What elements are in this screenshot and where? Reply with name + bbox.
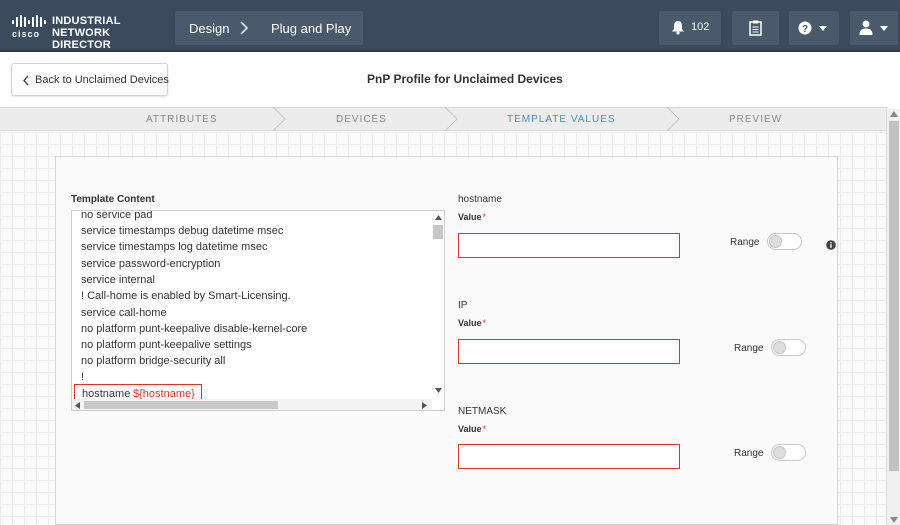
template-content-box[interactable]: no service pad service timestamps debug … bbox=[71, 210, 445, 411]
breadcrumb-plug-and-play[interactable]: Plug and Play bbox=[271, 21, 351, 36]
step-divider-icon bbox=[444, 107, 458, 131]
chevron-right-icon bbox=[240, 21, 249, 35]
hostname-field-label: hostname bbox=[458, 194, 502, 205]
step-devices[interactable]: DEVICES bbox=[336, 114, 387, 125]
logo-wordmark: cisco bbox=[12, 29, 41, 39]
netmask-value-label: Value* bbox=[458, 424, 487, 434]
notifications-button[interactable]: 102 bbox=[659, 11, 721, 45]
scroll-up-icon[interactable] bbox=[435, 215, 442, 220]
template-line: service call-home bbox=[81, 307, 167, 319]
template-line: no platform punt-keepalive disable-kerne… bbox=[81, 323, 308, 335]
template-content-label: Template Content bbox=[71, 194, 155, 205]
help-menu-button[interactable]: ? bbox=[789, 11, 839, 45]
page-scrollbar-thumb[interactable] bbox=[889, 121, 899, 471]
toggle-knob bbox=[773, 341, 786, 354]
ip-field-label: IP bbox=[458, 300, 468, 311]
scroll-left-icon[interactable] bbox=[75, 402, 80, 409]
scroll-down-icon[interactable] bbox=[890, 517, 898, 523]
template-line: service password-encryption bbox=[81, 258, 221, 270]
user-menu-button[interactable] bbox=[850, 11, 898, 45]
toggle-knob bbox=[773, 446, 786, 459]
step-divider-icon bbox=[666, 107, 680, 131]
template-line: service timestamps log datetime msec bbox=[81, 241, 268, 253]
breadcrumb: Design Plug and Play bbox=[175, 11, 363, 45]
toggle-knob bbox=[769, 235, 782, 248]
ip-range-label: Range bbox=[734, 343, 764, 354]
back-to-unclaimed-devices-button[interactable]: Back to Unclaimed Devices bbox=[11, 63, 169, 96]
netmask-range-toggle[interactable] bbox=[771, 444, 806, 461]
notification-count: 102 bbox=[691, 21, 710, 33]
svg-text:?: ? bbox=[802, 24, 808, 35]
back-button-label: Back to Unclaimed Devices bbox=[35, 74, 169, 86]
app-title: INDUSTRIAL NETWORK DIRECTOR bbox=[52, 15, 121, 51]
chevron-left-icon bbox=[23, 75, 29, 86]
help-icon: ? bbox=[798, 21, 812, 35]
clipboard-icon bbox=[749, 20, 762, 36]
template-line: no service pad bbox=[81, 210, 153, 221]
page-title: PnP Profile for Unclaimed Devices bbox=[367, 72, 563, 86]
step-divider-icon bbox=[272, 107, 286, 131]
page-scrollbar[interactable] bbox=[886, 109, 900, 525]
template-line: no platform punt-keepalive settings bbox=[81, 339, 252, 351]
template-vscroll-thumb[interactable] bbox=[433, 225, 443, 239]
template-hscroll-thumb[interactable] bbox=[84, 401, 278, 409]
netmask-field-label: NETMASK bbox=[458, 406, 507, 417]
netmask-value-input[interactable] bbox=[458, 444, 680, 469]
hostname-range-label: Range bbox=[730, 237, 760, 248]
wizard-steps: ATTRIBUTES DEVICES TEMPLATE VALUES PREVI… bbox=[0, 107, 888, 131]
top-header: cisco INDUSTRIAL NETWORK DIRECTOR Design… bbox=[0, 0, 900, 52]
bell-icon bbox=[672, 21, 684, 35]
scroll-up-icon[interactable] bbox=[890, 111, 898, 117]
chevron-down-icon bbox=[819, 26, 827, 31]
template-horizontal-scrollbar[interactable] bbox=[72, 399, 432, 410]
chevron-down-icon bbox=[880, 26, 888, 31]
hostname-range-toggle[interactable] bbox=[767, 233, 802, 250]
hostname-value-label: Value* bbox=[458, 212, 487, 222]
step-template-values[interactable]: TEMPLATE VALUES bbox=[507, 114, 616, 125]
template-line: service timestamps debug datetime msec bbox=[81, 225, 284, 237]
ip-value-label: Value* bbox=[458, 318, 487, 328]
scroll-down-icon[interactable] bbox=[435, 388, 442, 393]
tasks-button[interactable] bbox=[732, 11, 779, 45]
template-line: service internal bbox=[81, 274, 155, 286]
ip-value-input[interactable] bbox=[458, 339, 680, 364]
breadcrumb-design[interactable]: Design bbox=[189, 21, 229, 36]
step-attributes[interactable]: ATTRIBUTES bbox=[146, 114, 217, 125]
step-preview[interactable]: PREVIEW bbox=[729, 114, 782, 125]
scroll-right-icon[interactable] bbox=[422, 402, 427, 409]
user-icon bbox=[859, 20, 873, 35]
ip-range-toggle[interactable] bbox=[771, 339, 806, 356]
template-line: ! bbox=[81, 371, 85, 383]
info-icon[interactable] bbox=[826, 240, 836, 250]
hostname-value-input[interactable] bbox=[458, 233, 680, 258]
template-line: ! Call-home is enabled by Smart-Licensin… bbox=[81, 290, 291, 302]
template-vertical-scrollbar[interactable] bbox=[432, 211, 444, 399]
cisco-logo-icon bbox=[12, 15, 46, 27]
template-line: no platform bridge-security all bbox=[81, 355, 226, 367]
netmask-range-label: Range bbox=[734, 448, 764, 459]
